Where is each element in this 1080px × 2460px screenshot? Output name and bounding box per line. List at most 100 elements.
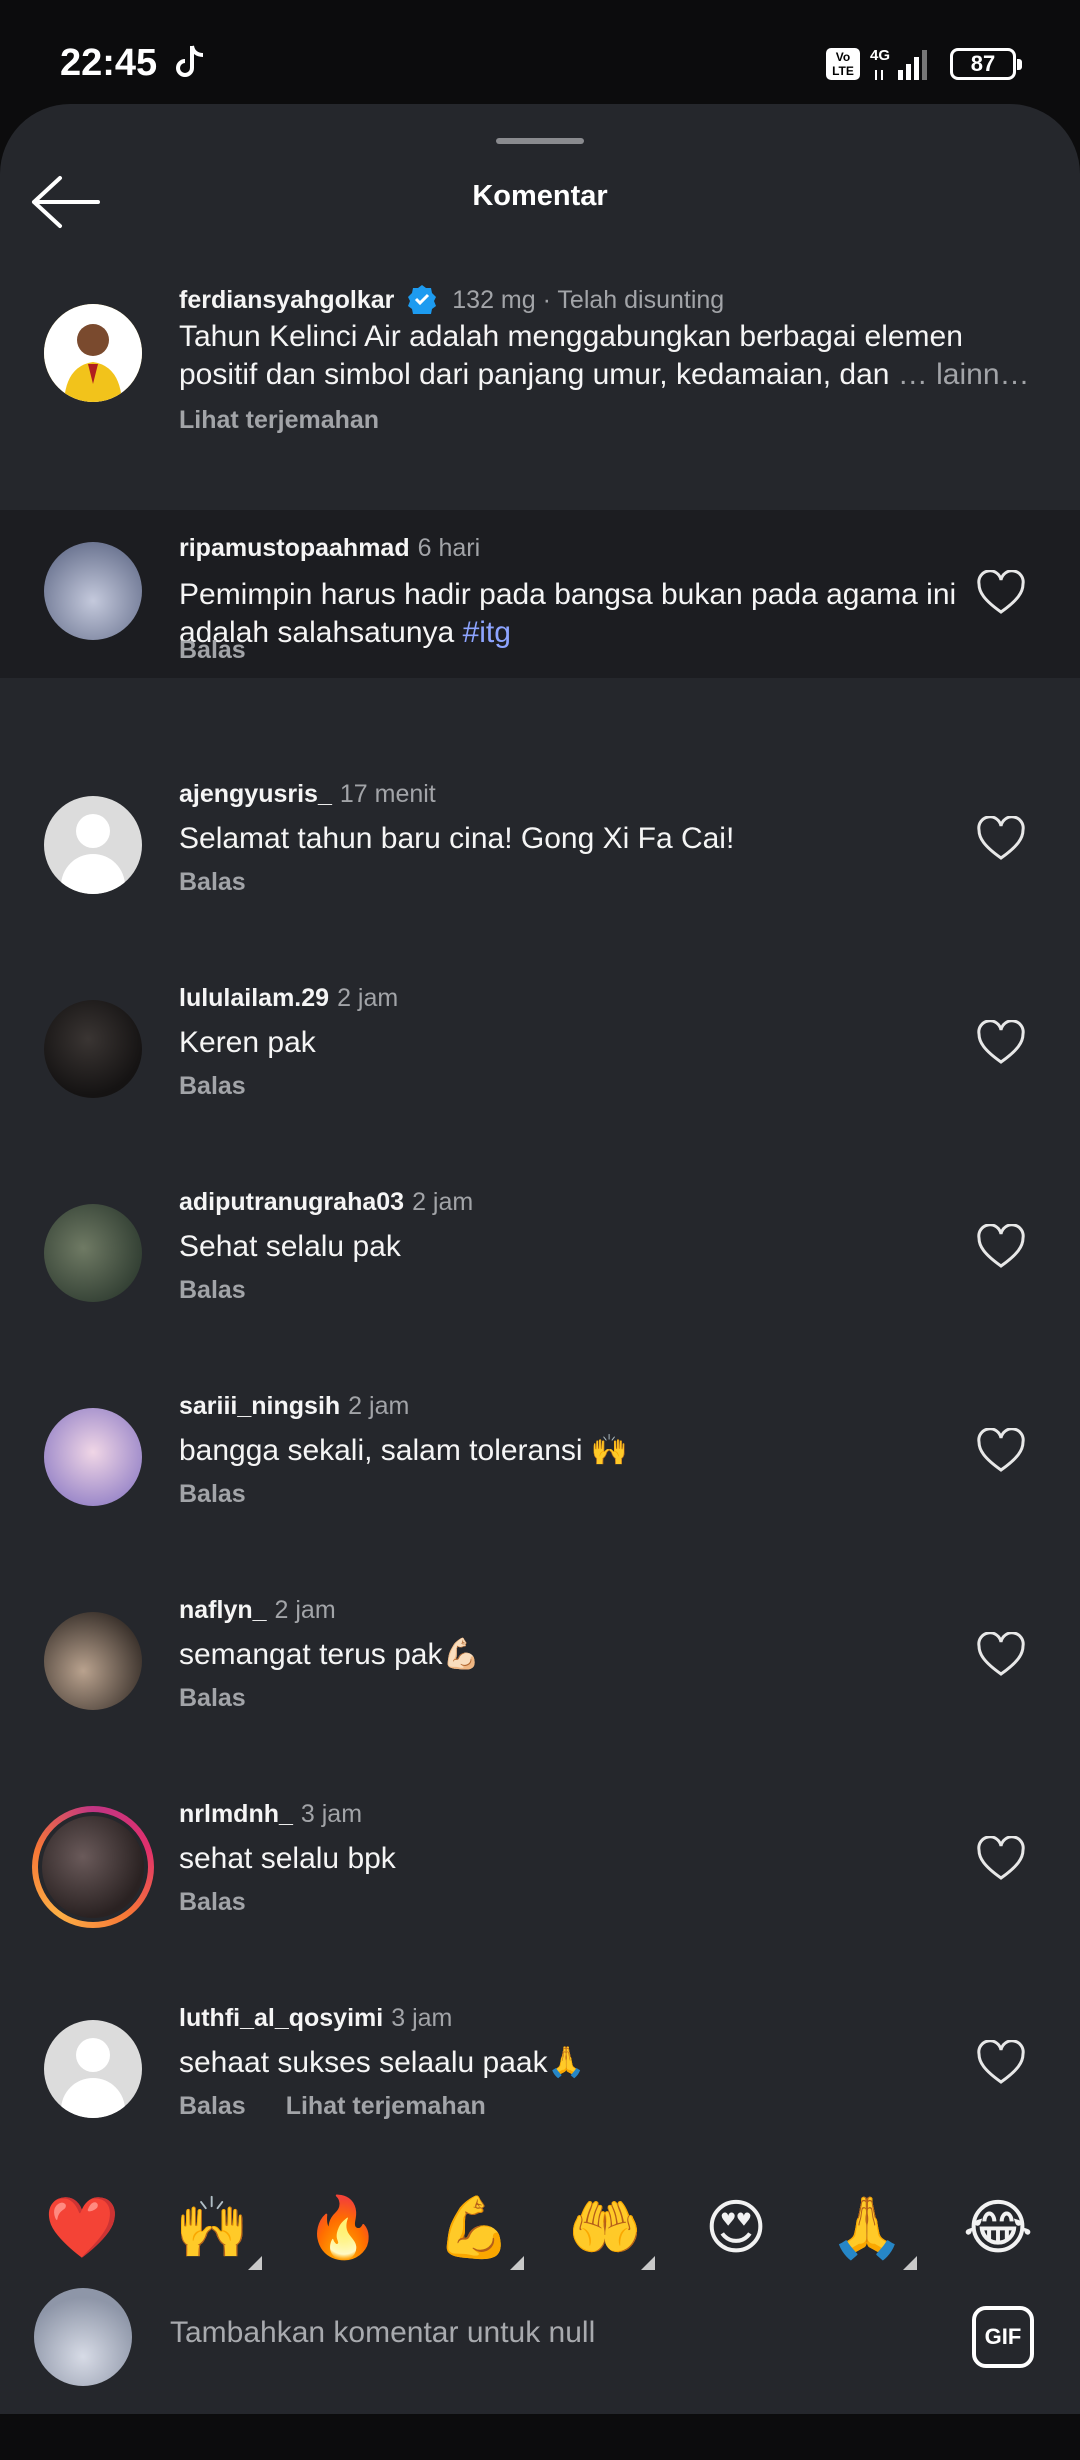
comment-item: sariii_ningsih 2 jam bangga sekali, salam… — [0, 1392, 1080, 1522]
avatar[interactable] — [44, 1612, 142, 1710]
username[interactable]: ferdiansyahgolkar — [179, 286, 394, 314]
username[interactable]: sariii_ningsih — [179, 1392, 340, 1420]
timestamp: 2 jam — [337, 984, 399, 1012]
heart-icon[interactable] — [976, 816, 1026, 862]
avatar[interactable] — [32, 1806, 154, 1928]
battery-icon: 87 — [950, 48, 1022, 80]
username[interactable]: ajengyusris_ — [179, 780, 332, 808]
username[interactable]: nrlmdnh_ — [179, 1800, 293, 1828]
status-bar: 22:45 Vo LTE 4G 87 — [0, 0, 1080, 110]
emoji-palms-up[interactable]: 🤲 — [565, 2190, 655, 2270]
my-avatar — [34, 2288, 132, 2386]
comment-item: ajengyusris_ 17 menit Selamat tahun baru … — [0, 780, 1080, 910]
comment-item: adiputranugraha03 2 jam Sehat selalu pak … — [0, 1188, 1080, 1318]
volte-icon: Vo LTE — [826, 48, 860, 80]
comment-item: nrlmdnh_ 3 jam sehat selalu bpk Balas — [0, 1800, 1080, 1930]
avatar[interactable] — [44, 1000, 142, 1098]
heart-icon[interactable] — [976, 1428, 1026, 1474]
comment-body: Pemimpin harus hadir pada bangsa bukan p… — [179, 578, 957, 649]
skin-tone-indicator — [510, 2256, 524, 2270]
avatar[interactable] — [44, 542, 142, 640]
reply-button[interactable]: Balas — [179, 1072, 246, 1100]
navigation-bar — [0, 2414, 1080, 2460]
emoji-quick-bar: ❤️ 🙌 🔥 💪 🤲 😍 🙏 😂 — [0, 2190, 1080, 2270]
avatar[interactable] — [44, 2020, 142, 2118]
emoji-fire[interactable]: 🔥 — [303, 2190, 383, 2266]
comment-text: semangat terus pak💪🏻 — [179, 1638, 480, 1671]
comment-text: Keren pak — [179, 1026, 316, 1059]
heart-icon[interactable] — [976, 1836, 1026, 1882]
avatar[interactable] — [44, 1204, 142, 1302]
comment-item: lululailam.29 2 jam Keren pak Balas — [0, 984, 1080, 1114]
reply-button[interactable]: Balas — [179, 636, 246, 664]
drag-handle[interactable] — [496, 138, 584, 144]
emoji-glyph: 🙌 — [174, 2193, 250, 2263]
comment-text: sehat selalu bpk — [179, 1842, 396, 1875]
username[interactable]: lululailam.29 — [179, 984, 329, 1012]
username[interactable]: luthfi_al_qosyimi — [179, 2004, 383, 2032]
comment-text: bangga sekali, salam toleransi 🙌 — [179, 1434, 629, 1467]
emoji-heart-eyes[interactable]: 😍 — [696, 2190, 776, 2266]
tiktok-icon — [176, 45, 204, 77]
emoji-glyph: 🙏 — [829, 2193, 905, 2263]
username[interactable]: adiputranugraha03 — [179, 1188, 404, 1216]
comment-text: Pemimpin harus hadir pada bangsa bukan p… — [179, 576, 979, 652]
post-caption: ferdiansyahgolkar 132 mg · Telah disunti… — [0, 254, 1080, 434]
signal-icon: 4G — [870, 47, 927, 80]
comment-text: Sehat selalu pak — [179, 1230, 401, 1263]
caption-text: Tahun Kelinci Air adalah menggabungkan b… — [179, 318, 1049, 394]
emoji-glyph: 💪 — [436, 2193, 512, 2263]
translate-link[interactable]: Lihat terjemahan — [286, 2092, 486, 2120]
heart-icon[interactable] — [976, 2040, 1026, 2086]
emoji-raised-hands[interactable]: 🙌 — [172, 2190, 262, 2270]
timestamp: 3 jam — [391, 2004, 453, 2032]
skin-tone-indicator — [903, 2256, 917, 2270]
avatar[interactable] — [44, 304, 142, 402]
timestamp: 2 jam — [348, 1392, 410, 1420]
reply-button[interactable]: Balas — [179, 868, 246, 896]
comments-sheet: Komentar ferdiansyahgolkar 132 mg · Tela… — [0, 104, 1080, 2414]
comment-item: luthfi_al_qosyimi 3 jam sehaat sukses sel… — [0, 2004, 1080, 2134]
comment-item: naflyn_ 2 jam semangat terus pak💪🏻 Balas — [0, 1596, 1080, 1726]
verified-badge-icon — [408, 285, 437, 314]
emoji-folded-hands[interactable]: 🙏 — [827, 2190, 917, 2270]
comment-text: sehaat sukses selaalu paak🙏 — [179, 2046, 585, 2079]
reply-button[interactable]: Balas — [179, 1684, 246, 1712]
avatar[interactable] — [44, 1408, 142, 1506]
heart-icon[interactable] — [976, 1632, 1026, 1678]
username[interactable]: ripamustopaahmad — [179, 534, 410, 562]
emoji-glyph: 🤲 — [567, 2193, 643, 2263]
translate-link[interactable]: Lihat terjemahan — [179, 406, 379, 434]
comment-item: ripamustopaahmad 6 hari Pemimpin harus ha… — [0, 510, 1080, 678]
timestamp: 2 jam — [412, 1188, 474, 1216]
heart-icon[interactable] — [976, 570, 1026, 616]
heart-icon[interactable] — [976, 1224, 1026, 1270]
timestamp: 132 mg · Telah disunting — [452, 286, 725, 314]
timestamp: 17 menit — [339, 780, 436, 808]
more-link[interactable]: … lainn… — [898, 358, 1030, 391]
reply-button[interactable]: Balas — [179, 1888, 246, 1916]
page-title: Komentar — [472, 180, 608, 212]
emoji-heart[interactable]: ❤️ — [42, 2190, 122, 2266]
story-ring — [38, 1812, 148, 1922]
hashtag-link[interactable]: #itg — [463, 616, 511, 649]
comment-composer: Tambahkan komentar untuk null GIF — [0, 2280, 1080, 2410]
timestamp: 3 jam — [300, 1800, 363, 1828]
gif-button[interactable]: GIF — [972, 2306, 1034, 2368]
heart-icon[interactable] — [976, 1020, 1026, 1066]
reply-button[interactable]: Balas — [179, 1480, 246, 1508]
status-time: 22:45 — [60, 42, 158, 84]
skin-tone-indicator — [641, 2256, 655, 2270]
emoji-flexed-biceps[interactable]: 💪 — [434, 2190, 524, 2270]
reply-button[interactable]: Balas — [179, 2092, 246, 2120]
comment-input[interactable]: Tambahkan komentar untuk null — [170, 2316, 595, 2350]
emoji-tears-of-joy[interactable]: 😂 — [958, 2190, 1038, 2266]
timestamp: 6 hari — [417, 534, 481, 562]
username[interactable]: naflyn_ — [179, 1596, 267, 1624]
skin-tone-indicator — [248, 2256, 262, 2270]
timestamp: 2 jam — [274, 1596, 336, 1624]
avatar[interactable] — [44, 796, 142, 894]
comment-text: Selamat tahun baru cina! Gong Xi Fa Cai! — [179, 822, 735, 855]
caption-body: Tahun Kelinci Air adalah menggabungkan b… — [179, 320, 963, 391]
reply-button[interactable]: Balas — [179, 1276, 246, 1304]
